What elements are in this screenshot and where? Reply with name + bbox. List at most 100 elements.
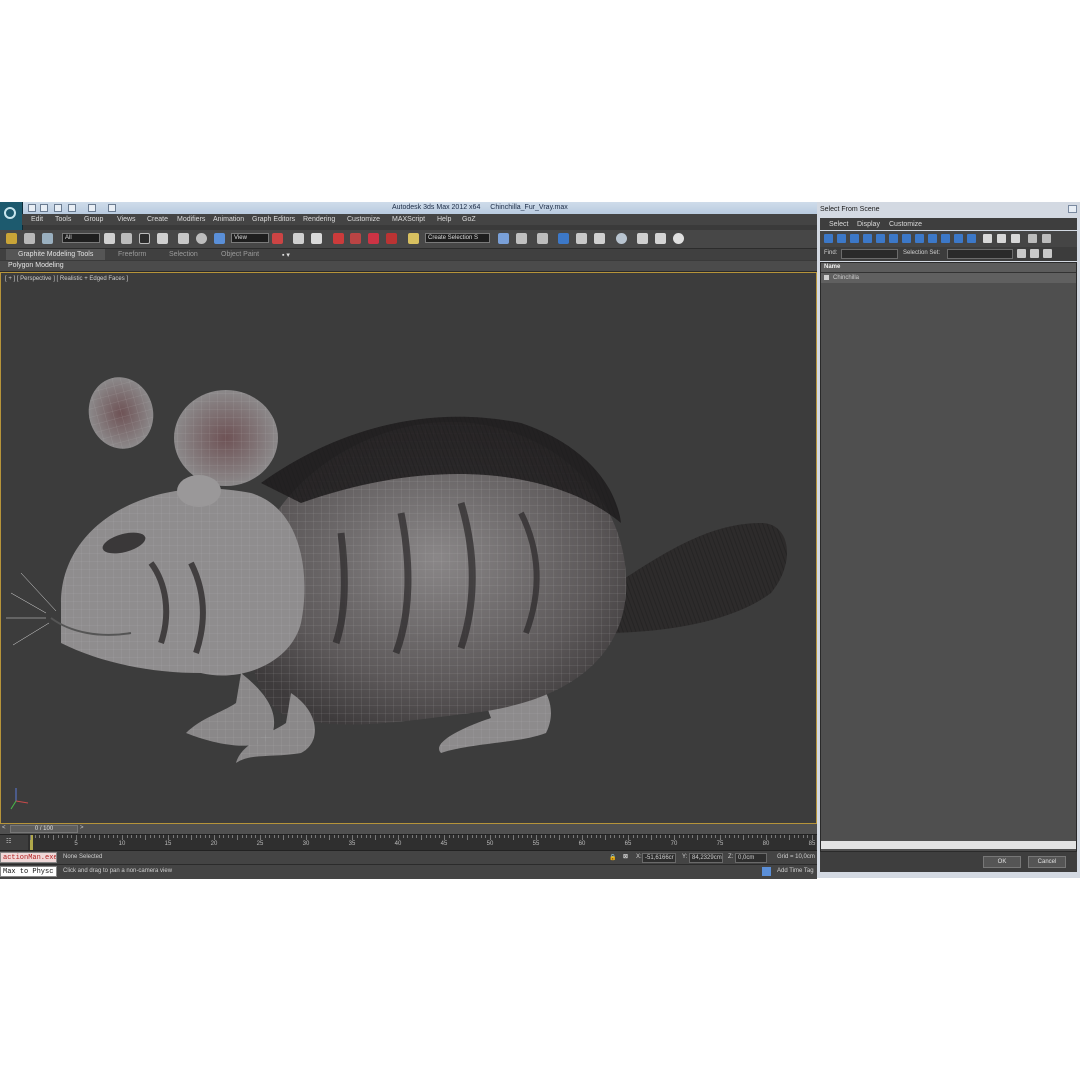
select-and-rotate-icon[interactable] <box>196 233 207 244</box>
name-column-header[interactable]: Name <box>821 263 1076 273</box>
select-by-name-icon[interactable] <box>121 233 132 244</box>
display-shapes-icon[interactable] <box>837 234 846 243</box>
time-tag-icon[interactable] <box>762 867 771 876</box>
graphite-toggle-icon[interactable] <box>558 233 569 244</box>
display-space-warps-icon[interactable] <box>889 234 898 243</box>
select-object-icon[interactable] <box>104 233 115 244</box>
window-crossing-icon[interactable] <box>157 233 168 244</box>
dialog-menu-display[interactable]: Display <box>857 221 880 228</box>
display-geometry-icon[interactable] <box>824 234 833 243</box>
frame-ruler[interactable]: 5 10 15 20 25 30 35 40 45 50 55 60 65 70 75 80 85 <box>28 835 816 851</box>
pivot-center-icon[interactable] <box>272 233 283 244</box>
z-coordinate-field[interactable]: 0,0cm <box>735 853 767 863</box>
ok-button[interactable]: OK <box>983 856 1021 868</box>
dialog-close-icon[interactable] <box>1068 205 1077 213</box>
filter-icon[interactable] <box>1028 234 1037 243</box>
perspective-viewport[interactable]: [ + ] [ Perspective ] [ Realistic + Edge… <box>0 272 817 824</box>
dialog-menu-customize[interactable]: Customize <box>889 221 922 228</box>
curve-editor-mini-icon[interactable]: ☷ <box>6 838 11 845</box>
redo-icon[interactable] <box>88 204 96 212</box>
menu-modifiers[interactable]: Modifiers <box>177 216 205 223</box>
menu-graph-editors[interactable]: Graph Editors <box>252 216 295 223</box>
layer-manager-icon[interactable] <box>537 233 548 244</box>
menu-tools[interactable]: Tools <box>55 216 71 223</box>
display-none-icon[interactable] <box>997 234 1006 243</box>
menu-customize[interactable]: Customize <box>347 216 380 223</box>
x-coordinate-field[interactable]: -51,6166cr <box>642 853 676 863</box>
display-all-icon[interactable] <box>983 234 992 243</box>
rendered-frame-window-icon[interactable] <box>655 233 666 244</box>
select-none-icon[interactable] <box>1030 249 1039 258</box>
time-slider[interactable]: < 0 / 100 > <box>0 824 817 834</box>
curve-editor-icon[interactable] <box>576 233 587 244</box>
dialog-menu-select[interactable]: Select <box>829 221 848 228</box>
ribbon-options-icon[interactable]: ▪ ▾ <box>282 251 290 259</box>
app-logo-button[interactable] <box>0 202 23 230</box>
save-file-icon[interactable] <box>54 204 62 212</box>
y-coordinate-field[interactable]: 84,2329cm <box>689 853 723 863</box>
snaps-toggle-icon[interactable] <box>333 233 344 244</box>
named-selection-dropdown[interactable]: Create Selection S <box>425 233 490 243</box>
spinner-snap-icon[interactable] <box>386 233 397 244</box>
display-frozen-icon[interactable] <box>954 234 963 243</box>
display-containers-icon[interactable] <box>941 234 950 243</box>
maxscript-listener-line2[interactable]: Max to Physc <box>0 866 57 877</box>
menu-animation[interactable]: Animation <box>213 216 244 223</box>
display-lights-icon[interactable] <box>850 234 859 243</box>
track-bar[interactable]: ☷ 5 10 15 20 25 30 35 40 45 50 55 60 65 70 75 80 85 <box>0 834 817 851</box>
mirror-icon[interactable] <box>498 233 509 244</box>
rectangular-selection-icon[interactable] <box>139 233 150 244</box>
menu-edit[interactable]: Edit <box>31 216 43 223</box>
project-folder-icon[interactable] <box>108 204 116 212</box>
scene-object-list[interactable]: Name Chinchilla <box>820 262 1077 852</box>
maxscript-listener-line1[interactable]: actionMan.exe <box>0 852 57 863</box>
bind-space-warp-icon[interactable] <box>42 233 53 244</box>
display-hidden-icon[interactable] <box>967 234 976 243</box>
new-file-icon[interactable] <box>28 204 36 212</box>
display-bones-icon[interactable] <box>928 234 937 243</box>
edit-named-selection-icon[interactable] <box>408 233 419 244</box>
select-and-move-icon[interactable] <box>178 233 189 244</box>
display-helpers-icon[interactable] <box>876 234 885 243</box>
tab-graphite-modeling-tools[interactable]: Graphite Modeling Tools <box>6 249 106 260</box>
schematic-view-icon[interactable] <box>594 233 605 244</box>
tab-selection[interactable]: Selection <box>169 251 198 258</box>
keyboard-shortcut-icon[interactable] <box>311 233 322 244</box>
selection-set-dropdown[interactable] <box>947 249 1013 259</box>
select-invert-icon[interactable] <box>1043 249 1052 258</box>
time-slider-prev-icon[interactable]: < <box>2 825 6 831</box>
invert-display-icon[interactable] <box>1011 234 1020 243</box>
chinchilla-model[interactable] <box>1 273 816 823</box>
select-and-link-icon[interactable] <box>6 233 17 244</box>
menu-rendering[interactable]: Rendering <box>303 216 335 223</box>
select-and-scale-icon[interactable] <box>214 233 225 244</box>
material-editor-icon[interactable] <box>616 233 627 244</box>
panel-polygon-modeling[interactable]: Polygon Modeling <box>8 262 64 269</box>
lock-selection-icon[interactable]: 🔒 <box>609 854 616 861</box>
find-input[interactable] <box>841 249 898 259</box>
menu-create[interactable]: Create <box>147 216 168 223</box>
display-groups-icon[interactable] <box>902 234 911 243</box>
select-all-icon[interactable] <box>1017 249 1026 258</box>
time-slider-thumb[interactable]: 0 / 100 <box>10 825 78 833</box>
display-cameras-icon[interactable] <box>863 234 872 243</box>
horizontal-scrollbar[interactable] <box>821 841 1076 849</box>
angle-snap-icon[interactable] <box>350 233 361 244</box>
sort-icon[interactable] <box>1042 234 1051 243</box>
reference-coordinate-dropdown[interactable]: View <box>231 233 269 243</box>
cancel-button[interactable]: Cancel <box>1028 856 1066 868</box>
render-setup-icon[interactable] <box>637 233 648 244</box>
open-file-icon[interactable] <box>40 204 48 212</box>
absolute-mode-icon[interactable]: ⊠ <box>623 853 628 860</box>
time-slider-next-icon[interactable]: > <box>80 825 84 831</box>
menu-goz[interactable]: GoZ <box>462 216 476 223</box>
render-production-icon[interactable] <box>673 233 684 244</box>
display-xrefs-icon[interactable] <box>915 234 924 243</box>
menu-help[interactable]: Help <box>437 216 451 223</box>
menu-group[interactable]: Group <box>84 216 103 223</box>
select-and-manipulate-icon[interactable] <box>293 233 304 244</box>
list-item[interactable]: Chinchilla <box>821 273 1076 283</box>
selection-filter-dropdown[interactable]: All <box>62 233 100 243</box>
undo-icon[interactable] <box>68 204 76 212</box>
unlink-icon[interactable] <box>24 233 35 244</box>
